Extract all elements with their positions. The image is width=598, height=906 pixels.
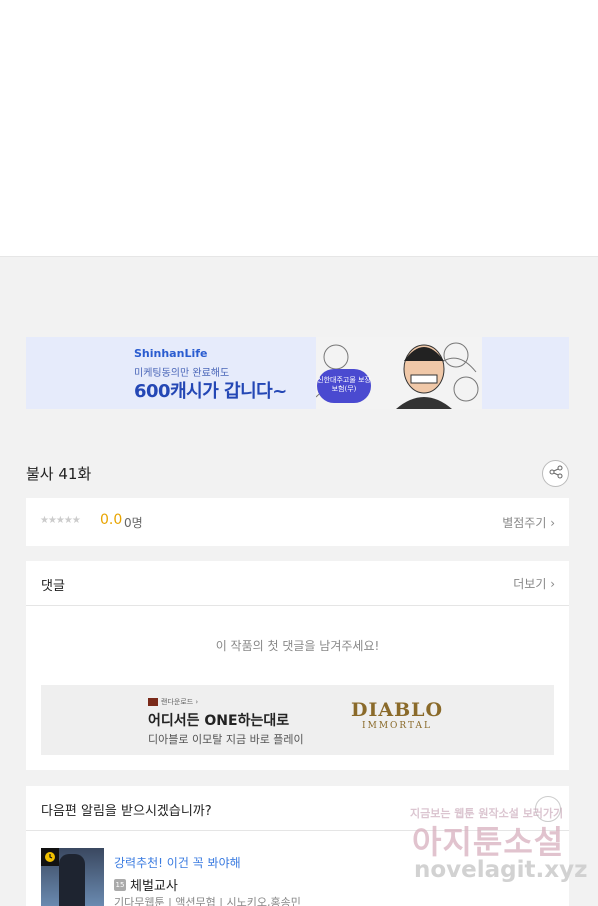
comments-label: 댓글 <box>41 579 65 594</box>
ad-logo-line1: DIABLO <box>351 699 444 721</box>
ad-diablo[interactable]: 랜다운로드 › 어디서든 ONE하는대로 디아블로 이모탈 지금 바로 플레이 … <box>41 685 554 755</box>
site-watermark: 지금보는 웹툰 원작소설 보러가기 아지툰소설 novelagit.xyz <box>410 803 588 903</box>
comments-header: 댓글 더보기 › <box>26 561 569 606</box>
age-rating-badge: 15 <box>114 878 126 891</box>
ad-logo-line2: IMMORTAL <box>362 721 433 731</box>
ad-source-label: 랜다운로드 › <box>161 698 199 706</box>
share-icon <box>549 464 563 483</box>
comments-empty-message: 이 작품의 첫 댓글을 남겨주세요! <box>215 639 380 653</box>
ad-source-icon <box>148 698 158 706</box>
recommendation-title: 체벌교사 <box>130 879 178 894</box>
watermark-line3: novelagit.xyz <box>414 857 588 883</box>
banner-headline: 600캐시가 갑니다~ <box>134 381 287 402</box>
recommendation-title-row[interactable]: 15 체벌교사 <box>114 875 178 894</box>
comments-more-link[interactable]: 더보기 › <box>513 575 555 592</box>
rating-score: 0.0 <box>100 512 123 528</box>
diablo-logo: DIABLO IMMORTAL <box>351 699 443 731</box>
clock-icon <box>41 848 59 866</box>
comments-card: 댓글 더보기 › 이 작품의 첫 댓글을 남겨주세요! 랜다운로드 › 어디서든… <box>26 561 569 770</box>
ad-description: 디아블로 이모탈 지금 바로 플레이 <box>148 733 304 746</box>
ad-source: 랜다운로드 › <box>148 697 198 707</box>
rate-button[interactable]: 별점주기 › <box>502 514 555 531</box>
rating-stars: ★★★★★ <box>40 515 81 526</box>
recommendation-thumbnail[interactable] <box>41 848 104 906</box>
content-area-top <box>0 0 598 257</box>
notify-question: 다음편 알림을 받으시겠습니까? <box>41 804 212 819</box>
share-button[interactable] <box>542 460 569 487</box>
banner-pill: 신한대주고물 보장보험(무) <box>317 369 371 403</box>
recommendation-tag[interactable]: 강력추천! 이건 꼭 봐야해 <box>114 854 241 871</box>
ad-banner-shinhan[interactable]: ShinhanLife 미케팅동의만 완료해도 600캐시가 갑니다~ 신한대주… <box>26 337 569 409</box>
ad-title: 어디서든 ONE하는대로 <box>148 713 290 729</box>
episode-title: 불사 41화 <box>26 465 92 483</box>
rating-count: 0명 <box>124 516 143 530</box>
recommendation-meta: 기다무웹툰 | 액션무협 | 시노키오,홍송민 <box>114 896 301 906</box>
rating-card: ★★★★★ 0.0 0명 별점주기 › <box>26 498 569 546</box>
thumbnail-figure <box>59 854 85 906</box>
banner-brand: ShinhanLife <box>134 347 208 360</box>
episode-title-row: 불사 41화 <box>26 460 569 487</box>
